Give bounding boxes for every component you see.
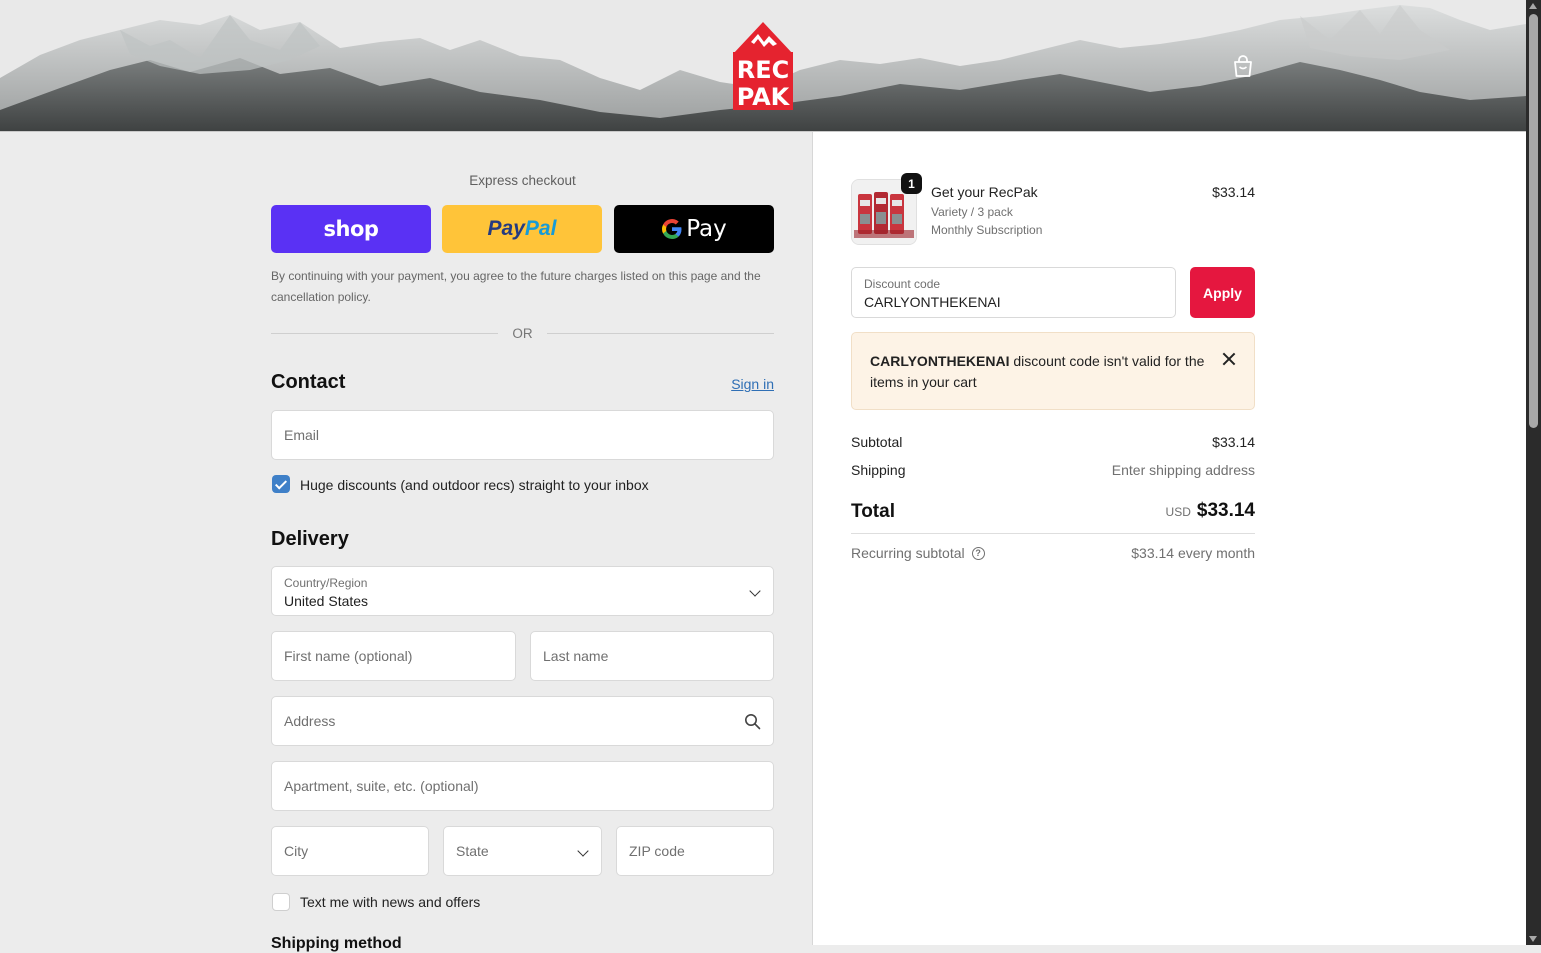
checkout-form-column: Express checkout shop Pay Pal Pay By cont… [0,132,813,952]
first-name-input[interactable] [272,632,515,680]
scrollbar-thumb[interactable] [1529,14,1538,428]
payment-disclaimer: By continuing with your payment, you agr… [271,269,761,304]
state-select-placeholder: State [456,843,489,859]
product-variant: Variety / 3 pack [931,205,1013,219]
contact-heading: Contact [271,371,346,393]
newsletter-label: Huge discounts (and outdoor recs) straig… [300,477,649,493]
page-scrollbar[interactable] [1526,0,1541,945]
product-price: $33.14 [1212,184,1255,200]
quantity-badge: 1 [901,173,922,194]
shipping-label: Shipping [851,462,906,478]
divider-line [271,332,499,334]
shop-pay-logo: shop [323,217,379,241]
divider-line [546,332,774,334]
google-g-icon [662,219,682,239]
discount-error-message: CARLYONTHEKENAI discount code isn't vali… [870,351,1205,393]
chevron-down-icon [577,845,589,857]
address-field[interactable] [271,696,774,746]
express-checkout-title: Express checkout [469,173,576,188]
city-input[interactable] [272,827,428,875]
shop-pay-button[interactable]: shop [271,205,431,253]
first-name-field[interactable] [271,631,516,681]
total-label: Total [851,501,895,522]
recurring-subtotal-value: $33.14 every month [1131,545,1255,561]
close-icon[interactable] [1222,352,1236,366]
scroll-down-arrow-icon[interactable] [1529,936,1537,942]
state-select[interactable]: State [443,826,602,876]
total-currency: USD [1165,505,1191,519]
shopping-bag-icon[interactable] [1230,53,1256,79]
country-select-label: Country/Region [284,576,368,590]
paypal-logo-part1: Pay [487,217,525,240]
apartment-field[interactable] [271,761,774,811]
recpak-logo[interactable]: REC PAK [731,20,795,112]
chevron-down-icon [749,585,761,597]
country-select[interactable]: Country/Region United States [271,566,774,616]
shipping-method-heading: Shipping method [271,935,402,952]
or-divider: OR [271,323,774,343]
logo-line2: PAK [737,83,791,111]
summary-divider [851,533,1255,534]
discount-error-alert: CARLYONTHEKENAI discount code isn't vali… [851,332,1255,410]
sms-checkbox[interactable] [272,893,290,911]
google-pay-label: Pay [686,216,727,242]
last-name-field[interactable] [530,631,774,681]
sign-in-link[interactable]: Sign in [700,376,774,392]
newsletter-checkbox[interactable] [272,475,290,493]
apartment-input[interactable] [272,762,773,810]
apply-discount-button[interactable]: Apply [1190,267,1255,318]
recurring-subtotal-label: Recurring subtotal [851,545,965,561]
subtotal-label: Subtotal [851,434,903,450]
zip-input[interactable] [617,827,773,875]
discount-code-value: CARLYONTHEKENAI [864,294,1001,310]
product-name: Get your RecPak [931,184,1038,200]
logo-line1: REC [737,56,790,84]
paypal-logo-part2: Pal [524,217,557,240]
discount-code-field[interactable]: Discount code CARLYONTHEKENAI [851,267,1176,318]
paypal-button[interactable]: Pay Pal [442,205,602,253]
shipping-value: Enter shipping address [1111,462,1255,478]
email-field[interactable] [271,410,774,460]
total-amount: $33.14 [1196,500,1255,521]
delivery-heading: Delivery [271,528,349,550]
header-banner: REC PAK [0,0,1526,132]
product-subscription: Monthly Subscription [931,223,1043,237]
last-name-input[interactable] [531,632,773,680]
or-label: OR [512,325,533,341]
subtotal-value: $33.14 [1212,434,1255,450]
city-field[interactable] [271,826,429,876]
help-icon[interactable]: ? [971,546,985,560]
zip-field[interactable] [616,826,774,876]
total-value-row: USD $33.14 [1055,500,1255,522]
address-input[interactable] [272,697,773,745]
sms-label: Text me with news and offers [300,894,481,910]
discount-code-label: Discount code [864,277,941,291]
discount-error-code: CARLYONTHEKENAI [870,353,1010,369]
email-input[interactable] [272,411,773,459]
google-pay-button[interactable]: Pay [614,205,774,253]
search-icon[interactable] [744,713,761,730]
order-summary-column: 1 Get your RecPak Variety / 3 pack Month… [813,132,1526,945]
scroll-up-arrow-icon[interactable] [1529,3,1537,9]
country-select-value: United States [284,593,369,609]
recurring-subtotal-row: Recurring subtotal ? [851,545,985,561]
